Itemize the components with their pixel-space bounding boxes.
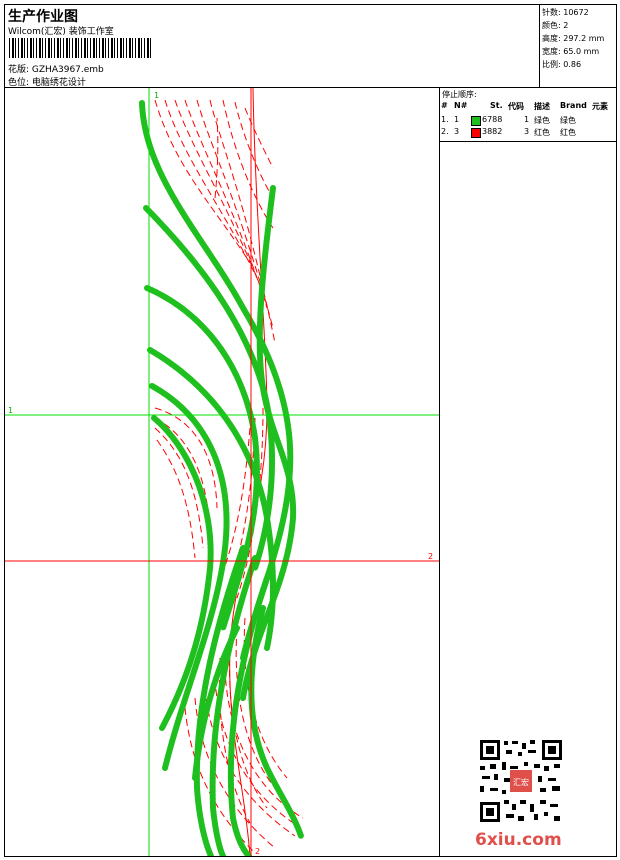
red-stitch-layer: [154, 99, 304, 854]
red-outline: [229, 88, 268, 856]
color-swatch: [471, 128, 481, 138]
color-value: 电脑绣花设计: [31, 78, 86, 88]
sheet-title: 生产作业图: [8, 9, 78, 25]
design-file: GZHA3967.emb: [31, 65, 104, 75]
studio-name: Wilcom(汇宏) 装饰工作室: [8, 27, 114, 37]
qr-code: 汇宏: [478, 738, 564, 824]
stop-sequence-title: 停止顺序:: [442, 90, 477, 99]
design-canvas: 1 1 2 2: [5, 88, 440, 856]
guide-label-v2: 2: [255, 847, 260, 856]
stop-sequence-panel: 停止顺序: # N# St. 代码 描述 Brand 元素 1. 1 6788 …: [440, 88, 616, 142]
svg-text:汇宏: 汇宏: [513, 777, 529, 787]
guide-label-h2: 2: [428, 552, 433, 561]
stat-width: 宽度: 65.0 mm: [542, 47, 600, 56]
stat-scale: 比例: 0.86: [542, 60, 582, 69]
stop-row-2: 2. 3 3882 3 红色 红色: [441, 127, 576, 138]
stats-panel: 针数: 10672 颜色: 2 高度: 297.2 mm 宽度: 65.0 mm…: [540, 5, 616, 88]
color-line: 色位: 电脑绣花设计: [8, 75, 86, 88]
barcode: [9, 38, 153, 58]
stat-height: 高度: 297.2 mm: [542, 34, 605, 43]
guide-label-v1: 1: [154, 91, 159, 100]
brand-watermark: 6xiu.com: [475, 830, 562, 850]
stop-sequence-header: # N# St. 代码 描述 Brand 元素: [441, 101, 608, 111]
color-swatch: [471, 116, 481, 126]
production-sheet: 生产作业图 Wilcom(汇宏) 装饰工作室 花版: GZHA3967.emb …: [4, 4, 617, 857]
color-label: 色位:: [8, 78, 30, 88]
stat-stitches: 针数: 10672: [542, 8, 589, 17]
design-line: 花版: GZHA3967.emb: [8, 62, 104, 75]
stat-colors: 颜色: 2: [542, 21, 569, 30]
green-stitch-layer: [139, 100, 304, 856]
guide-label-h1: 1: [8, 406, 13, 415]
design-label: 花版:: [8, 65, 30, 75]
sheet-header: 生产作业图 Wilcom(汇宏) 装饰工作室 花版: GZHA3967.emb …: [5, 5, 540, 88]
embroidery-preview: 1 1 2 2: [5, 88, 439, 856]
stop-row-1: 1. 1 6788 1 绿色 绿色: [441, 115, 576, 126]
